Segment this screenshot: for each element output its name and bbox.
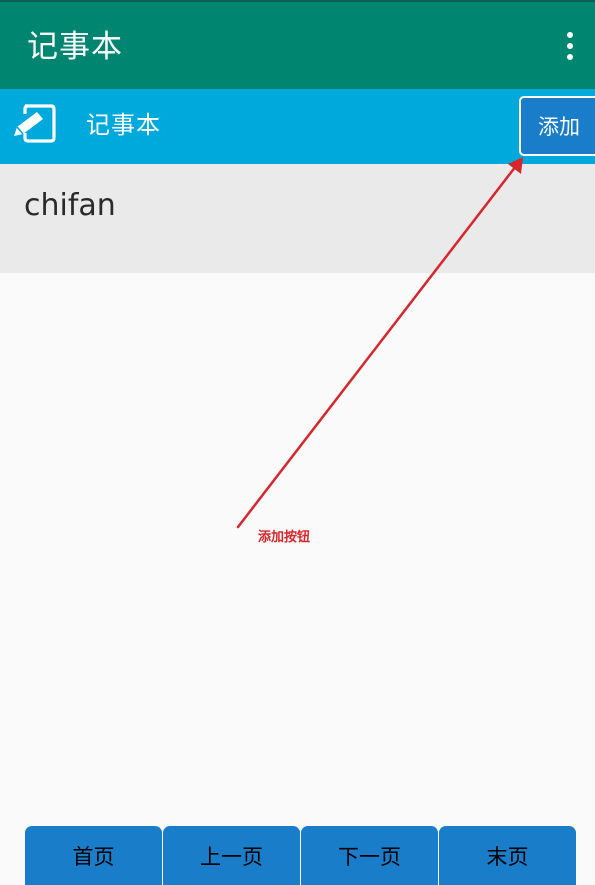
- app-bar: 记事本: [0, 0, 595, 89]
- annotation-label: 添加按钮: [258, 530, 311, 545]
- prev-page-button[interactable]: 上一页: [163, 826, 300, 885]
- app-title: 记事本: [27, 29, 123, 65]
- list-item[interactable]: chifan: [0, 164, 595, 273]
- last-page-button[interactable]: 末页: [439, 826, 576, 885]
- overflow-dot: [567, 32, 573, 38]
- first-page-button[interactable]: 首页: [25, 826, 162, 885]
- overflow-dot: [567, 54, 573, 60]
- notebook-header: 记事本 添加: [0, 89, 595, 164]
- more-vert-icon[interactable]: [559, 24, 581, 68]
- add-button[interactable]: 添加: [519, 96, 595, 156]
- overflow-dot: [567, 43, 573, 49]
- next-page-button[interactable]: 下一页: [301, 826, 438, 885]
- notebook-title: 记事本: [86, 111, 161, 139]
- note-edit-icon: [14, 104, 56, 143]
- pagination-bar: 首页 上一页 下一页 末页: [25, 826, 576, 885]
- note-title: chifan: [24, 188, 116, 223]
